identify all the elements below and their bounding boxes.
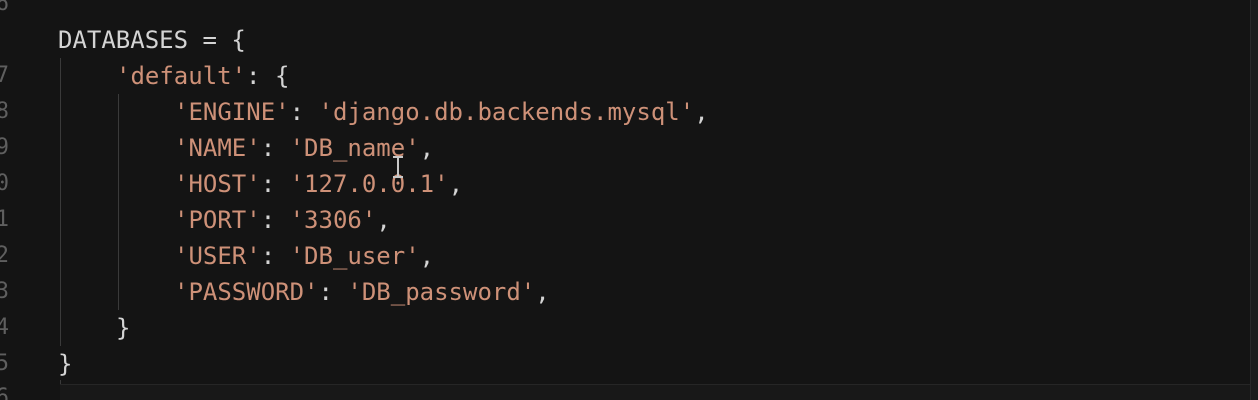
indent-guide [118, 94, 119, 310]
code-token: : [260, 170, 290, 198]
code-line: } [116, 310, 130, 346]
code-line: 'PASSWORD': 'DB_password', [174, 274, 550, 310]
code-line: DATABASES = { [58, 22, 246, 58]
line-number: 1 [0, 207, 9, 232]
indent-guide [60, 58, 61, 346]
code-token: : [318, 278, 348, 306]
line-number: 4 [0, 315, 9, 340]
string-token: 'default' [116, 62, 247, 90]
string-token: 'ENGINE' [174, 98, 290, 126]
string-token: 'PORT' [174, 206, 261, 234]
code-line: } [58, 346, 72, 382]
scrollbar[interactable] [1250, 0, 1258, 400]
string-token: '3306' [289, 206, 377, 234]
code-line: 'USER': 'DB_user', [174, 238, 434, 274]
string-token: 'USER' [174, 242, 261, 270]
line-number: 6 [0, 0, 9, 16]
code-token: } [58, 350, 73, 378]
code-token: , [419, 242, 435, 270]
code-token: DATABASES = { [58, 26, 246, 54]
code-token: : [260, 206, 290, 234]
line-number: 5 [0, 351, 9, 376]
string-token: 'DB_user' [289, 242, 420, 270]
code-token: : [289, 98, 319, 126]
text-cursor-icon [393, 156, 403, 178]
editor-bottom-edge [60, 384, 1250, 400]
code-token: , [535, 278, 550, 306]
code-token: : [260, 242, 290, 270]
string-token: 'PASSWORD' [174, 278, 319, 306]
line-number: 2 [0, 243, 9, 268]
code-line: 'PORT': '3306', [174, 202, 391, 238]
string-token: '127.0.0.1' [289, 170, 449, 198]
string-token: 'django.db.backends.mysql' [318, 98, 695, 126]
code-token: } [116, 314, 131, 342]
line-number: 7 [0, 63, 9, 88]
string-token: 'NAME' [174, 134, 261, 162]
code-token: , [376, 206, 391, 234]
code-token: , [448, 170, 464, 198]
code-token: : { [246, 62, 290, 90]
line-number-gutter: 6 7 8 9 0 1 2 3 4 5 6 [0, 0, 14, 400]
line-number: 6 [0, 385, 9, 400]
line-number: 0 [0, 171, 9, 196]
line-number: 3 [0, 279, 9, 304]
code-line: 'default': { [116, 58, 289, 94]
string-token: 'DB_password' [347, 278, 536, 306]
code-token: , [694, 98, 709, 126]
code-line: 'ENGINE': 'django.db.backends.mysql', [174, 94, 709, 130]
line-number: 8 [0, 99, 9, 124]
code-line: 'HOST': '127.0.0.1', [174, 166, 463, 202]
string-token: 'HOST' [174, 170, 261, 198]
code-token: : [260, 134, 290, 162]
line-number: 9 [0, 135, 9, 160]
code-token: , [419, 134, 435, 162]
code-editor[interactable]: 67890123456 DATABASES = {'default': {'EN… [0, 0, 1258, 400]
